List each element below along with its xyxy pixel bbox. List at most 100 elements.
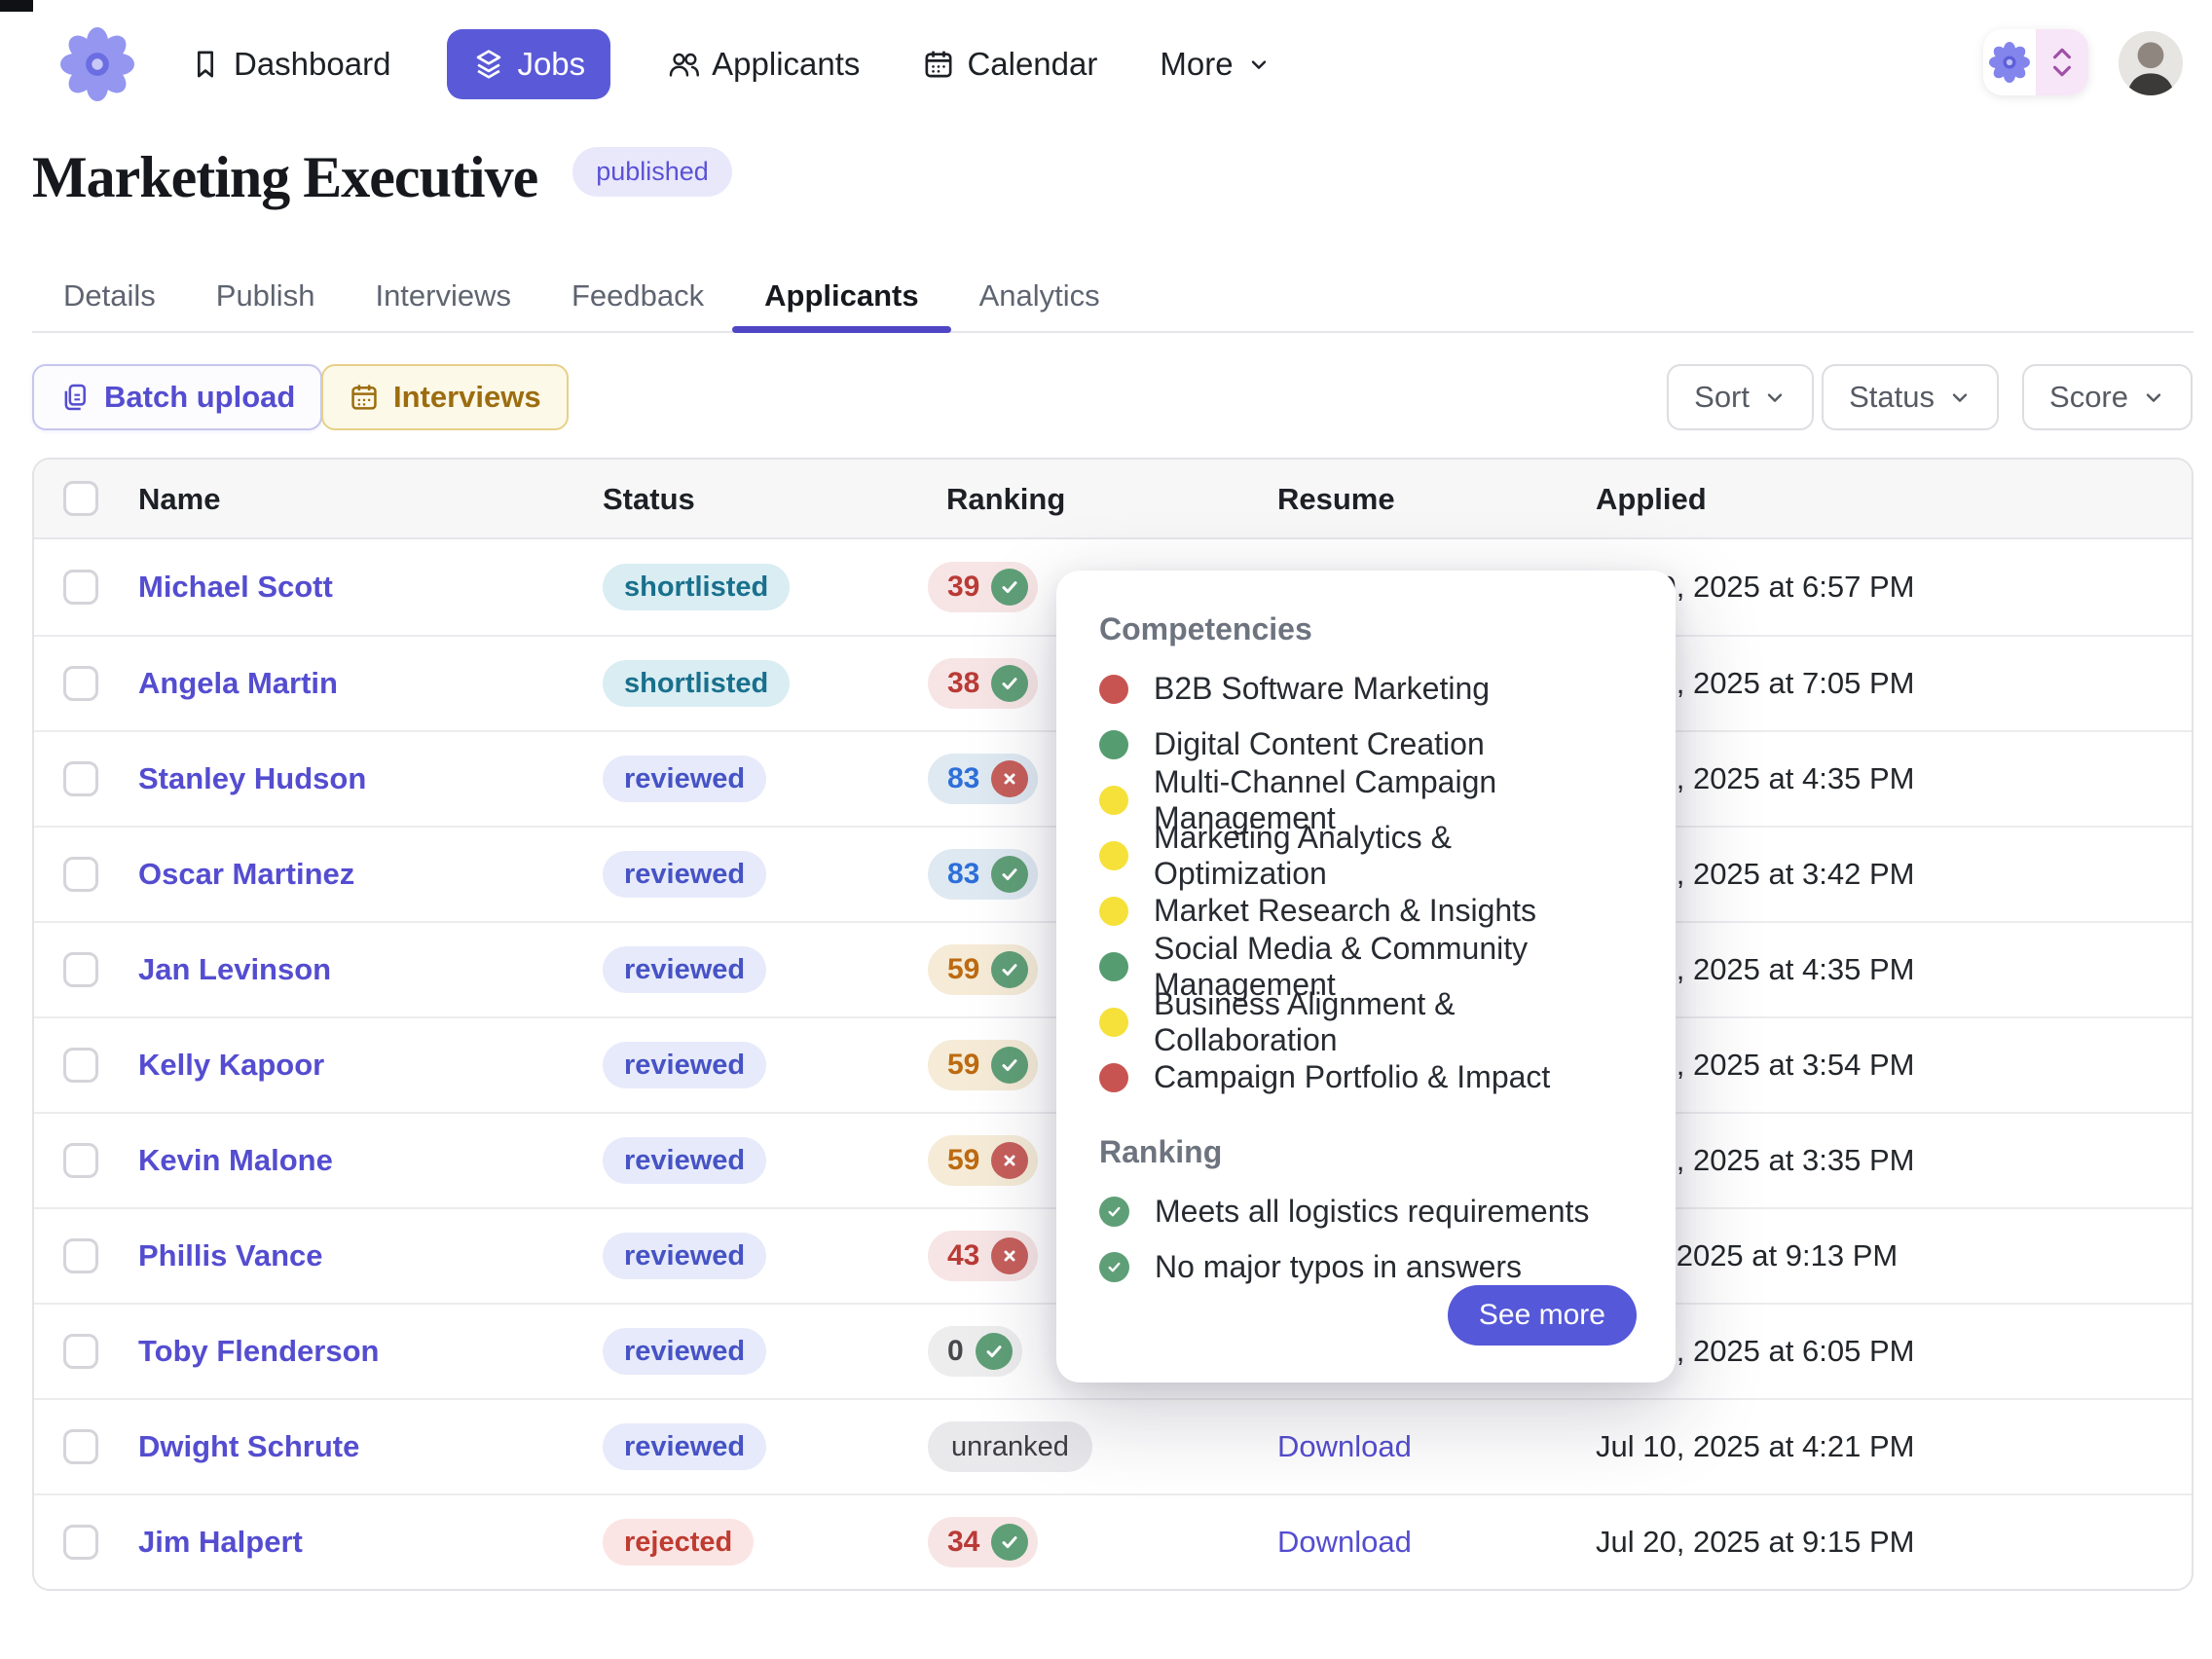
chevron-down-icon	[1247, 53, 1271, 76]
rank-check-icon	[991, 1524, 1028, 1561]
tab-details[interactable]: Details	[63, 261, 156, 331]
ranking-badge[interactable]: 83	[928, 754, 1038, 804]
status-badge: reviewed	[603, 1042, 766, 1088]
ranking-badge[interactable]: 39	[928, 562, 1038, 612]
chevron-down-icon	[2142, 386, 2165, 409]
row-checkbox[interactable]	[63, 952, 98, 987]
rank-score: 59	[947, 1144, 979, 1177]
applicant-name-link[interactable]: Angela Martin	[138, 666, 338, 701]
rank-score: 0	[947, 1335, 964, 1368]
published-status-badge: published	[572, 147, 732, 197]
applicant-name-link[interactable]: Stanley Hudson	[138, 761, 366, 796]
nav-item-more[interactable]: More	[1154, 29, 1275, 99]
interviews-label: Interviews	[393, 380, 541, 415]
status-filter-dropdown[interactable]: Status	[1822, 364, 1999, 430]
rank-check-icon	[991, 951, 1028, 988]
nav-label: More	[1160, 46, 1233, 83]
competency-level-dot	[1099, 1008, 1128, 1037]
select-all-checkbox[interactable]	[63, 481, 98, 516]
column-header-resume[interactable]: Resume	[1277, 460, 1395, 539]
batch-upload-label: Batch upload	[104, 380, 295, 415]
status-badge: shortlisted	[603, 564, 790, 610]
ranking-item-label: Meets all logistics requirements	[1155, 1194, 1589, 1230]
row-checkbox[interactable]	[63, 1525, 98, 1560]
competency-item: Business Alignment & Collaboration	[1099, 994, 1633, 1050]
rank-check-icon	[976, 1333, 1013, 1370]
row-checkbox[interactable]	[63, 666, 98, 701]
interviews-button[interactable]: Interviews	[321, 364, 569, 430]
applicant-name-link[interactable]: Dwight Schrute	[138, 1429, 359, 1464]
applicant-name-link[interactable]: Oscar Martinez	[138, 857, 354, 892]
ranking-badge[interactable]: 34	[928, 1517, 1038, 1567]
row-checkbox[interactable]	[63, 1429, 98, 1464]
nav-item-jobs[interactable]: Jobs	[447, 29, 610, 99]
applicant-name-link[interactable]: Jan Levinson	[138, 952, 331, 987]
tab-analytics[interactable]: Analytics	[979, 261, 1100, 331]
user-avatar[interactable]	[2119, 31, 2183, 95]
status-badge: reviewed	[603, 1233, 766, 1279]
status-badge: reviewed	[603, 851, 766, 898]
score-filter-label: Score	[2049, 380, 2128, 415]
competency-level-dot	[1099, 897, 1128, 926]
row-checkbox[interactable]	[63, 857, 98, 892]
row-checkbox[interactable]	[63, 570, 98, 605]
resume-download-link[interactable]: Download	[1277, 1429, 1412, 1464]
rank-score: 59	[947, 1049, 979, 1082]
rank-score: 59	[947, 953, 979, 986]
batch-upload-button[interactable]: Batch upload	[32, 364, 322, 430]
rank-x-icon	[991, 1142, 1028, 1179]
ranking-badge[interactable]: 0	[928, 1326, 1022, 1377]
competency-level-dot	[1099, 675, 1128, 704]
applicant-name-link[interactable]: Phillis Vance	[138, 1238, 323, 1273]
nav-menu: Dashboard Jobs Applicants Calendar More	[183, 29, 1276, 99]
nav-label: Calendar	[967, 46, 1097, 83]
ranking-badge[interactable]: 83	[928, 849, 1038, 900]
column-header-status[interactable]: Status	[603, 460, 695, 539]
nav-item-calendar[interactable]: Calendar	[916, 29, 1103, 99]
tab-interviews[interactable]: Interviews	[375, 261, 511, 331]
applicant-name-link[interactable]: Kelly Kapoor	[138, 1048, 324, 1083]
nav-label: Applicants	[712, 46, 860, 83]
column-header-applied[interactable]: Applied	[1596, 460, 1707, 539]
ranking-badge[interactable]: 38	[928, 658, 1038, 709]
applicant-name-link[interactable]: Jim Halpert	[138, 1525, 303, 1560]
column-header-ranking[interactable]: Ranking	[946, 460, 1065, 539]
applicant-name-link[interactable]: Michael Scott	[138, 570, 333, 605]
tab-publish[interactable]: Publish	[216, 261, 315, 331]
ranking-badge[interactable]: 43	[928, 1231, 1038, 1281]
rank-score: 39	[947, 571, 979, 604]
rank-check-icon	[991, 665, 1028, 702]
switcher-up-down-icon[interactable]	[2036, 29, 2088, 95]
row-checkbox[interactable]	[63, 761, 98, 796]
workspace-switcher[interactable]	[1983, 29, 2088, 95]
nav-item-dashboard[interactable]: Dashboard	[183, 29, 396, 99]
rank-score: 43	[947, 1239, 979, 1272]
column-header-name[interactable]: Name	[138, 460, 220, 539]
app-logo-flower-icon[interactable]	[60, 27, 134, 101]
competency-label: Marketing Analytics & Optimization	[1154, 820, 1633, 892]
row-checkbox[interactable]	[63, 1048, 98, 1083]
applicant-name-link[interactable]: Toby Flenderson	[138, 1334, 379, 1369]
rank-x-icon	[991, 1237, 1028, 1274]
check-icon	[1099, 1252, 1129, 1282]
row-checkbox[interactable]	[63, 1334, 98, 1369]
tab-applicants[interactable]: Applicants	[764, 261, 918, 331]
status-filter-label: Status	[1849, 380, 1935, 415]
sort-dropdown[interactable]: Sort	[1667, 364, 1814, 430]
row-checkbox[interactable]	[63, 1143, 98, 1178]
ranking-badge[interactable]: 59	[928, 944, 1038, 995]
resume-download-link[interactable]: Download	[1277, 1525, 1412, 1560]
document-copy-icon	[59, 382, 91, 413]
ranking-check-item: Meets all logistics requirements	[1099, 1184, 1633, 1239]
nav-item-applicants[interactable]: Applicants	[661, 29, 866, 99]
score-filter-dropdown[interactable]: Score	[2022, 364, 2193, 430]
chevron-down-icon	[1948, 386, 1972, 409]
ranking-badge[interactable]: 59	[928, 1040, 1038, 1090]
see-more-button[interactable]: See more	[1448, 1285, 1637, 1346]
tab-feedback[interactable]: Feedback	[571, 261, 704, 331]
ranking-badge[interactable]: 59	[928, 1135, 1038, 1186]
rank-score: 83	[947, 858, 979, 891]
status-badge: rejected	[603, 1519, 754, 1566]
row-checkbox[interactable]	[63, 1238, 98, 1273]
applicant-name-link[interactable]: Kevin Malone	[138, 1143, 333, 1178]
